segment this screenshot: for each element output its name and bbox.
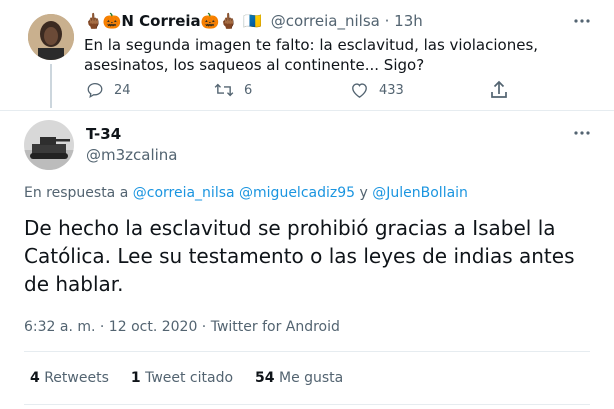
main-tweet-text: De hecho la esclavitud se prohibió graci… xyxy=(24,216,575,296)
more-horizontal-icon[interactable] xyxy=(572,16,592,26)
divider xyxy=(24,351,590,352)
retweet-action[interactable]: 6 xyxy=(214,80,252,100)
in-reply-to: En respuesta a @correia_nilsa @miguelcad… xyxy=(24,185,468,201)
reply-action[interactable]: 24 xyxy=(86,80,131,100)
mention-link[interactable]: @JulenBollain xyxy=(372,185,468,201)
like-count: 433 xyxy=(379,82,404,98)
mention-link[interactable]: @correia_nilsa xyxy=(133,185,235,201)
quotes-label: Tweet citado xyxy=(145,370,234,386)
reply-icon xyxy=(87,82,103,98)
quotes-stat[interactable]: 1 Tweet citado xyxy=(131,370,233,386)
heart-icon xyxy=(352,83,367,98)
divider xyxy=(0,110,614,111)
retweets-label: Retweets xyxy=(44,370,109,386)
mention-link[interactable]: @miguelcadiz95 xyxy=(239,185,355,201)
thread-line xyxy=(50,64,52,108)
likes-stat[interactable]: 54 Me gusta xyxy=(255,370,343,386)
avatar[interactable] xyxy=(24,120,74,170)
reply-count: 24 xyxy=(114,82,131,98)
retweet-count: 6 xyxy=(244,82,253,98)
avatar[interactable] xyxy=(28,14,74,60)
handle[interactable]: @m3zcalina xyxy=(86,146,178,164)
tweet-timestamp[interactable]: 6:32 a. m. · 12 oct. 2020 · Twitter for … xyxy=(24,319,340,335)
divider xyxy=(24,404,590,405)
tweet-time[interactable]: 13h xyxy=(394,12,423,30)
tweet-stats: 4 Retweets 1 Tweet citado 54 Me gusta xyxy=(30,370,343,386)
reply-tweet-text: En la segunda imagen te falto: la esclav… xyxy=(84,36,539,74)
separator: · xyxy=(384,12,390,30)
avatar-photo xyxy=(28,14,74,60)
retweets-stat[interactable]: 4 Retweets xyxy=(30,370,109,386)
like-action[interactable]: 433 xyxy=(350,80,404,100)
share-icon[interactable] xyxy=(490,80,508,100)
handle[interactable]: @correia_nilsa xyxy=(271,12,380,30)
in-reply-prefix: En respuesta a xyxy=(24,185,129,201)
display-name[interactable]: T-34 xyxy=(86,125,121,143)
likes-label: Me gusta xyxy=(278,370,344,386)
quotes-count: 1 xyxy=(130,370,141,386)
likes-count: 54 xyxy=(255,370,275,386)
retweet-icon xyxy=(214,83,234,97)
mention-conjunction: y xyxy=(359,185,368,201)
tank-avatar-image xyxy=(24,120,74,170)
display-name[interactable]: 🖕🏾🎃N Correia🎃🖕🏾 🇮🇨 xyxy=(84,12,262,30)
more-horizontal-icon[interactable] xyxy=(572,128,592,138)
retweets-count: 4 xyxy=(30,370,40,386)
